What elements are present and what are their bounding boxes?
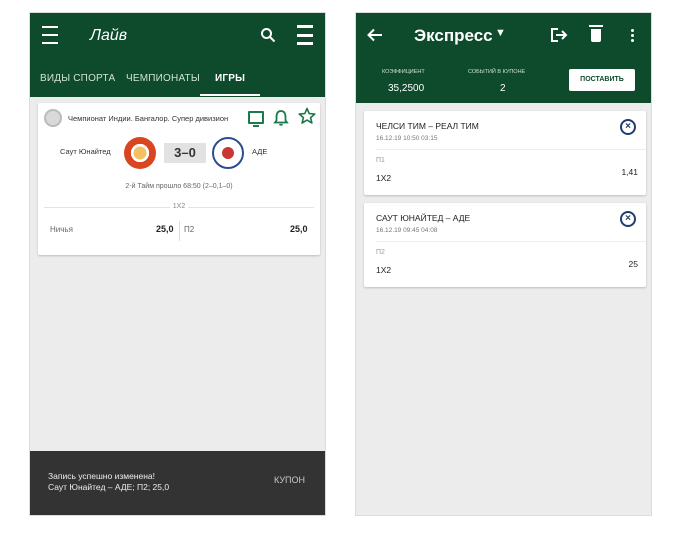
coefficient-value: 35,2500: [388, 83, 425, 94]
coefficient-label: КОЭФФИЦИЕНТ: [382, 69, 425, 75]
bet-divider: [376, 241, 646, 242]
menu-hamburger-icon[interactable]: [40, 26, 60, 44]
tab-sports[interactable]: ВИДЫ СПОРТА: [40, 65, 115, 84]
snackbar-coupon-button[interactable]: КУПОН: [274, 475, 305, 485]
events-label: СОБЫТИЙ В КУПОНЕ: [468, 69, 526, 75]
bet-teams: ЧЕЛСИ ТИМ – РЕАЛ ТИМ: [376, 121, 479, 131]
bet-date: 16.12.19 09:45 04:08: [376, 227, 438, 234]
remove-bet-icon[interactable]: ×: [620, 211, 636, 227]
live-tabs: ВИДЫ СПОРТА ЧЕМПИОНАТЫ ИГРЫ: [30, 65, 325, 97]
team1-name: Саут Юнайтед: [60, 147, 111, 156]
back-arrow-icon[interactable]: [364, 25, 386, 45]
tab-games[interactable]: ИГРЫ: [200, 65, 260, 96]
share-exit-icon[interactable]: [548, 25, 570, 45]
match-status: 2-й Тайм прошло 68:50 (2–0,1–0): [125, 183, 233, 190]
bet-odd: 1,41: [621, 167, 638, 177]
live-app-bar: Лайв ВИДЫ СПОРТА ЧЕМПИОНАТЫ ИГРЫ: [30, 13, 325, 97]
bet-card: ЧЕЛСИ ТИМ – РЕАЛ ТИМ 16.12.19 10:50 03:1…: [364, 111, 646, 195]
search-icon[interactable]: [258, 25, 278, 45]
live-screen: Лайв ВИДЫ СПОРТА ЧЕМПИОНАТЫ ИГРЫ Чемпион…: [29, 12, 326, 516]
tv-icon[interactable]: [248, 111, 264, 127]
team2-name: АДЕ: [252, 147, 268, 156]
odds-divider: [179, 221, 180, 241]
odd-draw-value[interactable]: 25,0: [156, 224, 174, 234]
match-score: 3–0: [164, 143, 206, 163]
snackbar: Запись успешно изменена! Саут Юнайтед – …: [30, 451, 325, 515]
caret-down-icon[interactable]: ▼: [495, 27, 506, 39]
live-title: Лайв: [90, 27, 128, 44]
place-bet-button[interactable]: ПОСТАВИТЬ: [569, 69, 635, 91]
remove-bet-icon[interactable]: ×: [620, 119, 636, 135]
bet-outcome: П2: [376, 249, 385, 256]
league-logo: [44, 109, 62, 127]
top-text-fragment: [0, 0, 30, 10]
odd-p2-value[interactable]: 25,0: [290, 224, 308, 234]
snackbar-line1: Запись успешно изменена!: [48, 471, 156, 481]
bet-card: САУТ ЮНАЙТЕД – АДЕ 16.12.19 09:45 04:08 …: [364, 203, 646, 287]
market-label: 1X2: [38, 203, 320, 210]
bet-teams: САУТ ЮНАЙТЕД – АДЕ: [376, 213, 471, 223]
list-view-icon[interactable]: [294, 25, 316, 45]
bet-odd: 25: [628, 259, 638, 269]
tab-championships[interactable]: ЧЕМПИОНАТЫ: [126, 65, 200, 84]
bell-icon[interactable]: [273, 109, 289, 127]
teams-row: Саут Юнайтед 3–0 АДЕ: [38, 135, 320, 175]
league-row: Чемпионат Индии. Бангалор. Супер дивизио…: [44, 107, 316, 131]
bet-date: 16.12.19 10:50 03:15: [376, 135, 438, 142]
express-screen: Экспресс ▼ КОЭФФИЦИЕНТ 35,2500 СОБЫТИЙ В…: [355, 12, 652, 516]
favorite-star-icon[interactable]: [298, 107, 316, 125]
team1-logo: [124, 137, 156, 169]
league-name: Чемпионат Индии. Бангалор. Супер дивизио…: [68, 114, 229, 123]
more-vertical-icon[interactable]: [622, 25, 642, 45]
express-title[interactable]: Экспресс: [414, 26, 493, 46]
bet-market: 1X2: [376, 265, 392, 275]
team2-logo: [212, 137, 244, 169]
trash-icon[interactable]: [586, 24, 606, 45]
bet-market: 1X2: [376, 173, 392, 183]
express-app-bar: Экспресс ▼ КОЭФФИЦИЕНТ 35,2500 СОБЫТИЙ В…: [356, 13, 651, 103]
match-card[interactable]: Чемпионат Индии. Бангалор. Супер дивизио…: [38, 103, 320, 255]
snackbar-line2: Саут Юнайтед – АДЕ; П2; 25,0: [48, 482, 170, 492]
odd-p2-name[interactable]: П2: [184, 225, 194, 234]
bet-outcome: П1: [376, 157, 385, 164]
odds-row: Ничья 25,0 П2 25,0: [38, 221, 320, 241]
snackbar-message: Запись успешно изменена! Саут Юнайтед – …: [48, 471, 169, 493]
events-value: 2: [500, 83, 506, 94]
bet-divider: [376, 149, 646, 150]
odd-draw-name[interactable]: Ничья: [50, 225, 73, 234]
market-label-text: 1X2: [169, 203, 189, 210]
